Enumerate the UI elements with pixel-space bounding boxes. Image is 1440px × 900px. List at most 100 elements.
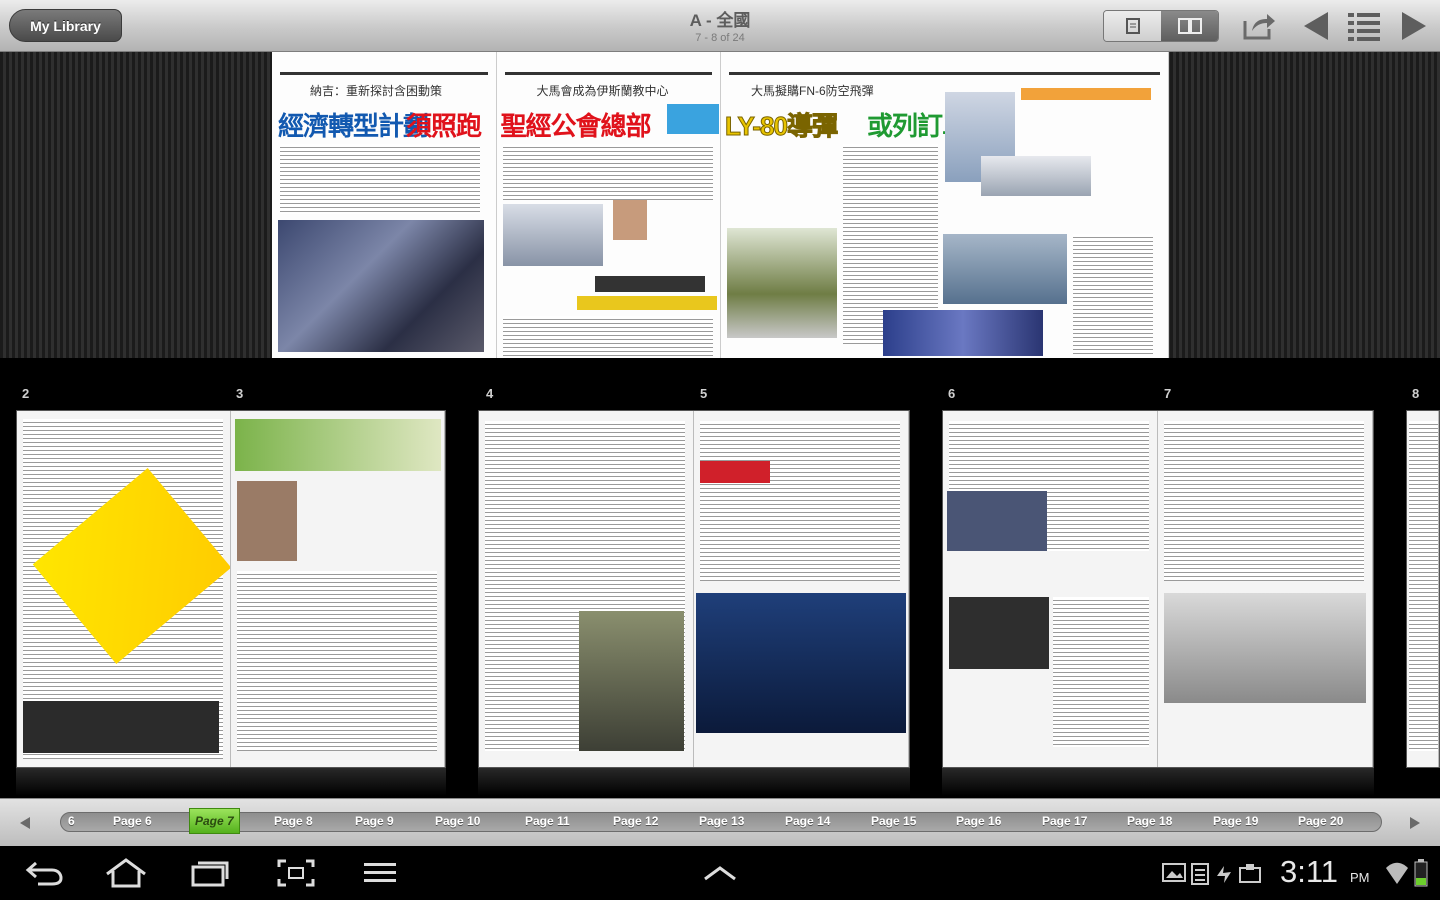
page-tab[interactable]: Page 10 — [435, 814, 480, 828]
missile-diagram — [883, 310, 1043, 356]
wifi-icon — [1386, 862, 1408, 884]
contents-list-button[interactable] — [1346, 8, 1382, 44]
screenshot-button[interactable] — [274, 857, 318, 889]
home-icon — [106, 858, 146, 888]
notification-icons[interactable] — [1162, 862, 1262, 886]
thumbnail-strip[interactable]: 2 3 4 5 6 7 8 — [0, 358, 1440, 798]
thumbnail-reflection — [16, 768, 446, 796]
page-tab[interactable]: 6 — [68, 814, 75, 828]
yellow-banner — [576, 296, 717, 310]
wifi-status — [1384, 860, 1410, 891]
scroll-left-button[interactable] — [18, 815, 32, 836]
thumb-text — [237, 571, 437, 751]
battery-status — [1414, 858, 1428, 893]
thumbnail-page — [694, 411, 909, 767]
double-page-icon — [1177, 18, 1202, 34]
status-ampm: PM — [1350, 870, 1370, 885]
news-photo — [502, 204, 603, 266]
warship-photo — [981, 156, 1091, 196]
recent-apps-button[interactable] — [188, 857, 232, 889]
thumbnail-page — [231, 411, 445, 767]
thumbnail-page — [943, 411, 1158, 767]
gallery-notification-icon — [1162, 863, 1186, 882]
newspaper-spread[interactable]: 納吉：重新探討含困動策 經濟轉型計劃 須照跑 大馬會成為伊斯蘭教中心 聖經公會總… — [272, 52, 1169, 358]
newspaper-page-right: 大馬擬購FN-6防空飛彈 LY-80導彈 或列訂單 — [721, 52, 1169, 358]
document-notification-icon — [1191, 863, 1209, 885]
single-page-view-button[interactable] — [1104, 11, 1161, 41]
my-library-button[interactable]: My Library — [9, 9, 122, 42]
newspaper-page-left: 納吉：重新探討含困動策 經濟轉型計劃 須照跑 — [272, 52, 497, 358]
badge-graphic — [666, 104, 719, 134]
next-page-button[interactable] — [1396, 8, 1432, 44]
page-tab[interactable]: Page 20 — [1298, 814, 1343, 828]
triangle-right-icon — [1402, 12, 1426, 40]
portrait-photo — [612, 200, 647, 240]
status-clock: 3:11 — [1280, 854, 1339, 889]
page-scroller: 6 Page 6 Page 7 Page 8 Page 9 Page 10 Pa… — [0, 798, 1440, 846]
system-navigation-bar: 3:11 PM — [0, 846, 1440, 900]
page-tab[interactable]: Page 16 — [956, 814, 1001, 828]
page-tab[interactable]: Page 19 — [1213, 814, 1258, 828]
thumbnail-page — [17, 411, 231, 767]
article-body — [280, 144, 480, 214]
orange-banner — [1021, 88, 1151, 100]
double-page-view-button[interactable] — [1161, 11, 1218, 41]
list-icon — [1348, 13, 1380, 41]
thumb-banner — [235, 419, 441, 471]
issue-title-block: A - 全國 7 - 8 of 24 — [520, 6, 920, 44]
triangle-right-icon — [1410, 817, 1420, 829]
thumb-page-number: 5 — [700, 386, 708, 401]
chevron-up-icon — [704, 866, 736, 881]
view-mode-toggle — [1103, 10, 1219, 42]
article-kicker: 大馬會成為伊斯蘭教中心 — [536, 84, 669, 98]
share-icon — [1243, 14, 1275, 40]
article-body — [1073, 234, 1153, 354]
menu-icon — [364, 863, 396, 882]
share-button[interactable] — [1241, 8, 1277, 44]
page-tab[interactable]: Page 17 — [1042, 814, 1087, 828]
page-tab[interactable]: Page 8 — [274, 814, 313, 828]
top-toolbar: My Library A - 全國 7 - 8 of 24 — [0, 0, 1440, 52]
thumb-page-number: 4 — [486, 386, 494, 401]
newspaper-page-middle: 大馬會成為伊斯蘭教中心 聖經公會總部 — [496, 52, 721, 358]
page-tab[interactable]: Page 9 — [355, 814, 394, 828]
thumbnail-spread-8[interactable] — [1406, 410, 1440, 768]
back-button[interactable] — [22, 857, 66, 889]
single-page-icon — [1125, 18, 1140, 34]
thumb-photo — [23, 701, 219, 753]
truck-advert — [1164, 593, 1366, 703]
thumbnail-page — [1407, 411, 1439, 767]
page-viewer[interactable]: 納吉：重新探討含困動策 經濟轉型計劃 須照跑 大馬會成為伊斯蘭教中心 聖經公會總… — [0, 52, 1440, 358]
thumbnail-spread-2-3[interactable] — [16, 410, 446, 768]
page-tab[interactable]: Page 15 — [871, 814, 916, 828]
menu-button[interactable] — [358, 857, 402, 889]
thumbnail-page — [479, 411, 694, 767]
article-body — [502, 316, 713, 356]
car-advert — [696, 593, 906, 733]
issue-title: A - 全國 — [689, 11, 751, 30]
thumbnail-spread-4-5[interactable] — [478, 410, 910, 768]
page-tab[interactable]: Page 12 — [613, 814, 658, 828]
page-tab[interactable]: Page 13 — [699, 814, 744, 828]
thumbnail-reflection — [478, 768, 910, 796]
home-button[interactable] — [104, 857, 148, 889]
page-tab[interactable]: Page 14 — [785, 814, 830, 828]
page-tab[interactable]: Page 18 — [1127, 814, 1172, 828]
thumb-banner — [700, 461, 770, 483]
triangle-left-icon — [20, 817, 30, 829]
thumb-page-number: 3 — [236, 386, 244, 401]
thumbnail-spread-6-7[interactable] — [942, 410, 1374, 768]
page-tab[interactable]: Page 6 — [113, 814, 152, 828]
previous-page-button[interactable] — [1298, 8, 1334, 44]
facility-photo — [943, 234, 1067, 304]
page-tab-active[interactable]: Page 7 — [189, 808, 240, 834]
page-tab[interactable]: Page 11 — [525, 814, 570, 828]
news-photo — [278, 220, 484, 352]
scroll-right-button[interactable] — [1408, 815, 1422, 836]
thumb-page-number: 7 — [1164, 386, 1172, 401]
thumb-text — [700, 421, 900, 581]
thumbnail-reflection — [942, 768, 1374, 796]
download-notification-icon — [1239, 864, 1261, 883]
mini-apps-tray-button[interactable] — [698, 857, 742, 889]
headline-red: 須照跑 — [406, 111, 482, 141]
